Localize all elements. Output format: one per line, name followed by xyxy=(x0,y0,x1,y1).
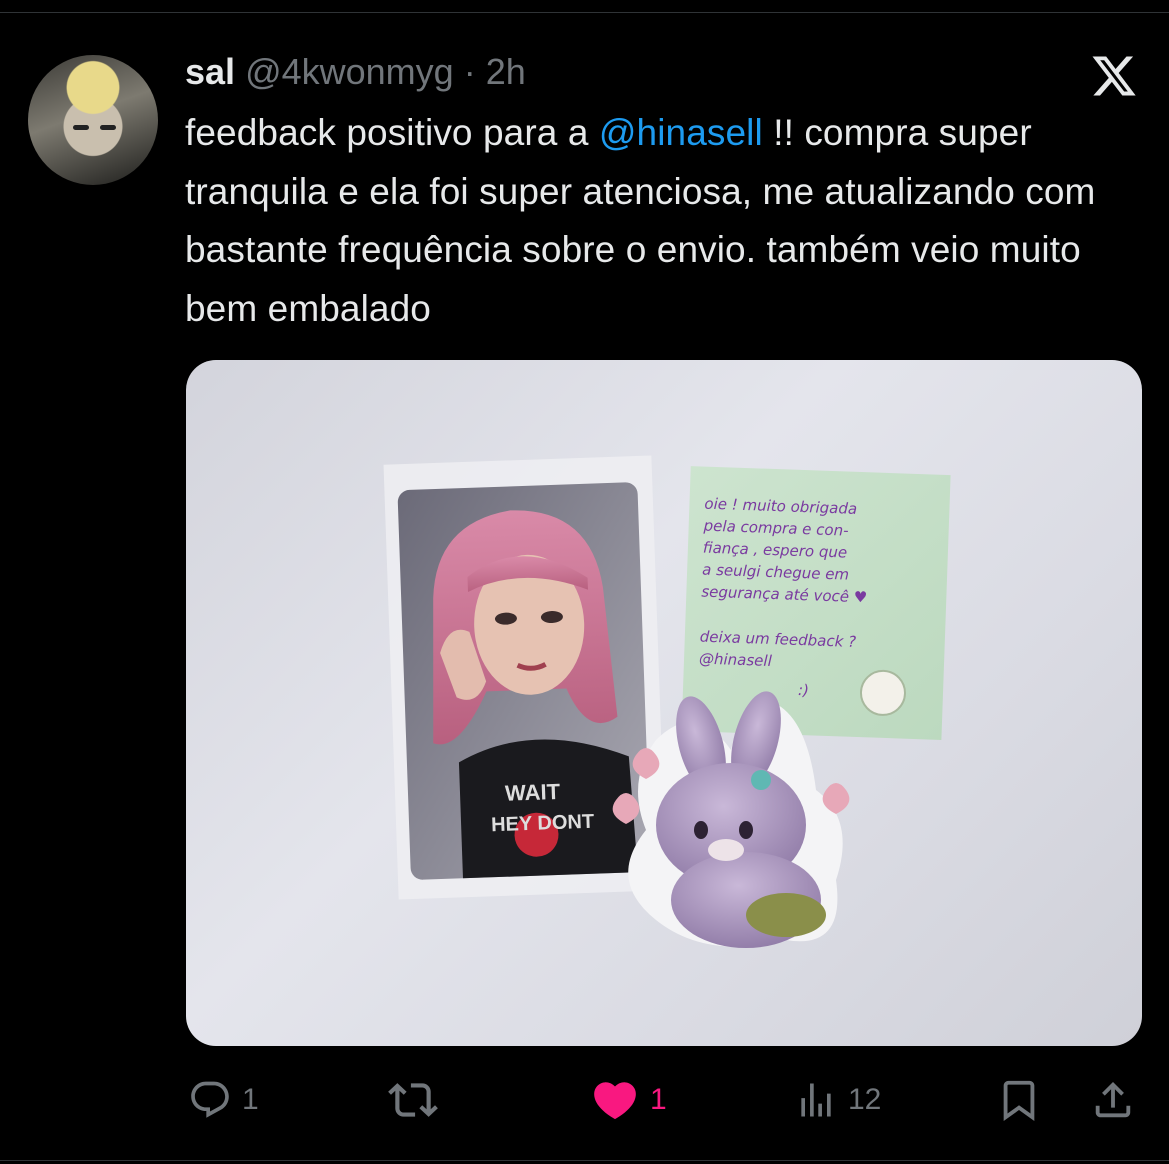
like-count: 1 xyxy=(650,1083,667,1116)
tweet-media-photo[interactable]: WAIT HEY DONT oie ! muito obrigada pela … xyxy=(186,360,1142,1046)
avatar-detail xyxy=(100,125,116,130)
photocard: WAIT HEY DONT xyxy=(397,482,651,880)
author-handle[interactable]: @4kwonmyg xyxy=(245,51,454,92)
reply-icon xyxy=(191,1081,229,1118)
bottom-divider xyxy=(0,1160,1169,1161)
x-logo-icon[interactable] xyxy=(1088,52,1140,100)
heart-icon xyxy=(594,1082,636,1120)
author-avatar[interactable] xyxy=(28,55,158,185)
retweet-button[interactable] xyxy=(388,1070,448,1130)
reply-button[interactable]: 1 xyxy=(188,1070,259,1130)
like-button[interactable]: 1 xyxy=(590,1070,667,1130)
tweet-time[interactable]: 2h xyxy=(486,51,526,92)
thank-you-note: oie ! muito obrigada pela compra e con- … xyxy=(681,466,951,740)
meta-separator: · xyxy=(463,51,476,92)
tweet-header: sal @4kwonmyg · 2h xyxy=(185,50,526,94)
bookmark-icon xyxy=(1003,1080,1035,1121)
tweet-actions: 1 1 12 xyxy=(0,1070,1169,1130)
bookmark-button[interactable] xyxy=(996,1070,1042,1130)
photocard-shirt-text: WAIT xyxy=(505,779,561,806)
share-icon xyxy=(1095,1081,1131,1118)
retweet-icon xyxy=(388,1083,438,1117)
tweet-text: feedback positivo para a @hinasell !! co… xyxy=(185,104,1135,338)
author-name[interactable]: sal xyxy=(185,51,235,92)
mention-link[interactable]: @hinasell xyxy=(599,112,763,153)
share-button[interactable] xyxy=(1090,1070,1136,1130)
views-count: 12 xyxy=(848,1083,882,1116)
note-line: @hinasell xyxy=(699,649,773,670)
tweet-text-part: feedback positivo para a xyxy=(185,112,599,153)
reply-count: 1 xyxy=(242,1083,259,1116)
note-line: :) xyxy=(798,681,810,699)
top-divider xyxy=(0,12,1169,13)
avatar-detail xyxy=(73,125,89,130)
views-icon xyxy=(801,1083,831,1117)
photocard-shirt-text: HEY DONT xyxy=(491,811,595,837)
views-button[interactable]: 12 xyxy=(794,1070,881,1130)
